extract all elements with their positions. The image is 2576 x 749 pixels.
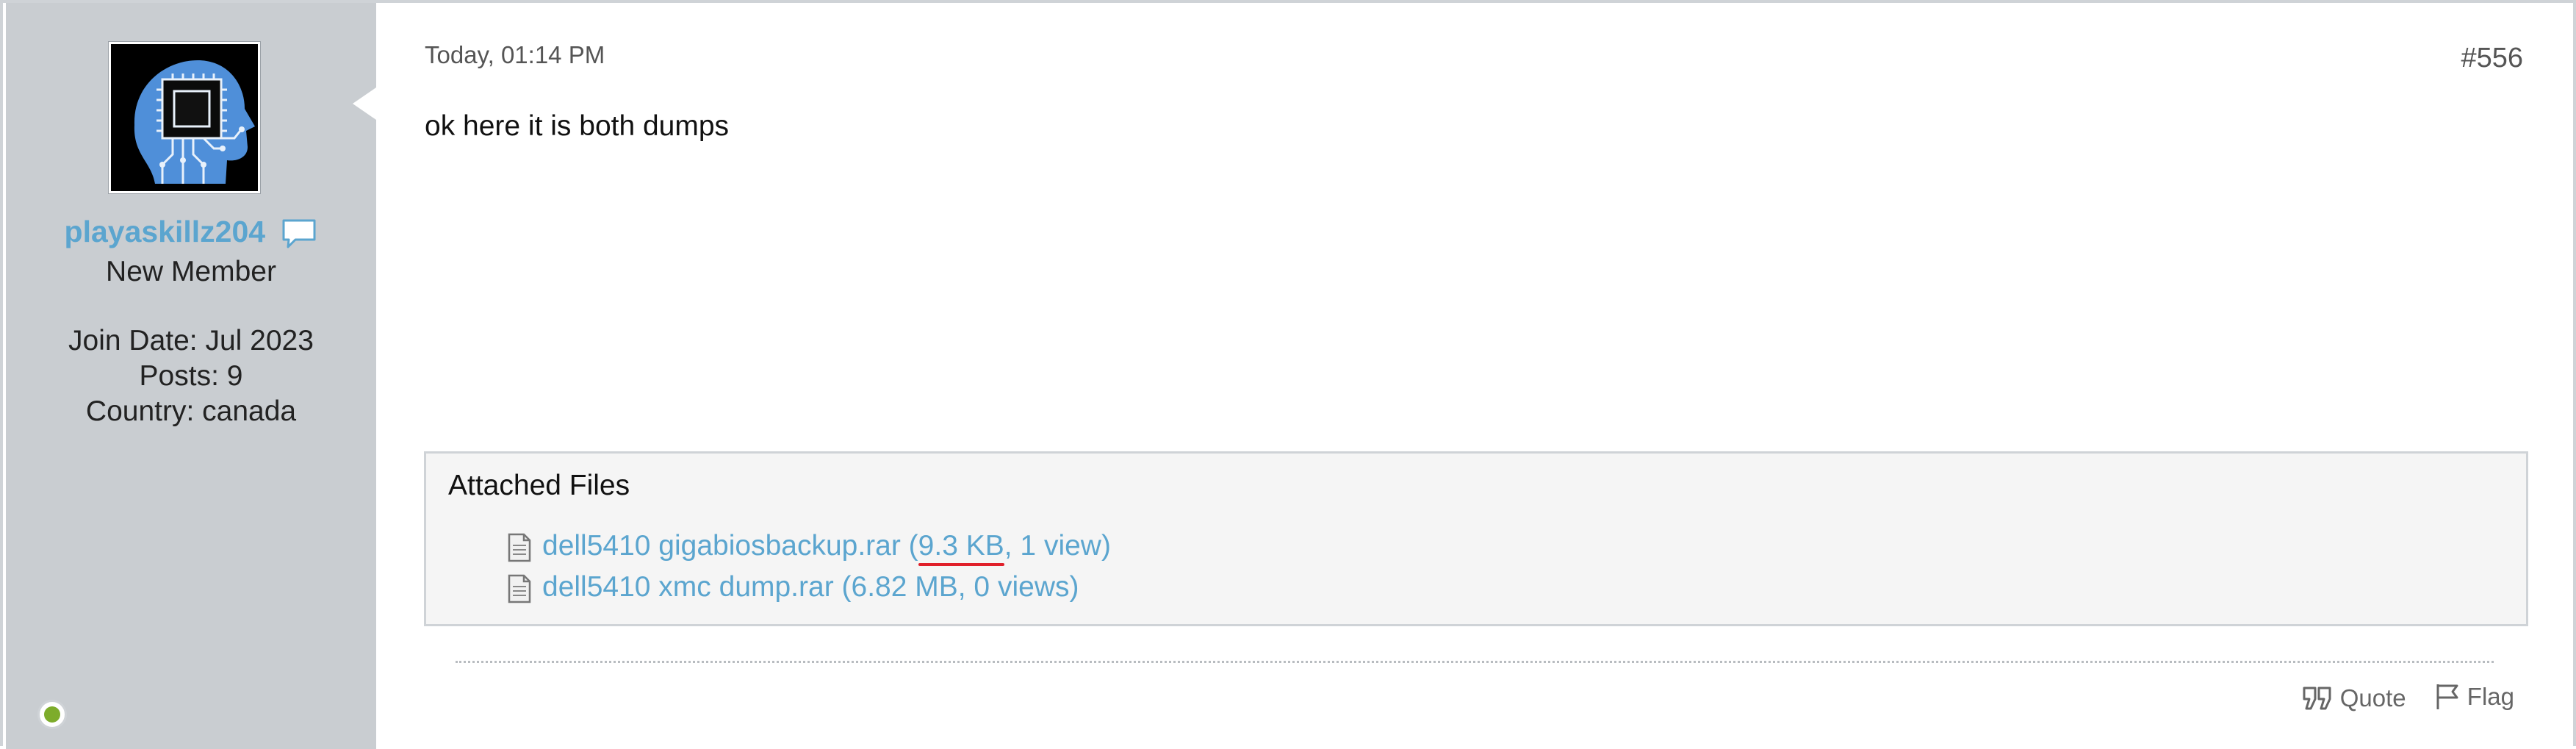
username-row: playaskillz204 bbox=[6, 215, 376, 251]
flag-label: Flag bbox=[2467, 683, 2514, 710]
post-container: playaskillz204 New Member Join Date: Jul… bbox=[0, 0, 2576, 749]
user-title: New Member bbox=[106, 256, 276, 287]
attachments-box: Attached Files dell5410 gigabiosbackup.r… bbox=[424, 451, 2528, 626]
online-dot-icon bbox=[37, 700, 67, 729]
post-divider bbox=[456, 661, 2494, 663]
attachment-size: 9.3 KB bbox=[918, 530, 1004, 562]
attachment-paren: ( bbox=[833, 571, 852, 603]
user-sidebar: playaskillz204 New Member Join Date: Jul… bbox=[6, 3, 376, 749]
quote-icon bbox=[2303, 687, 2331, 710]
file-icon bbox=[507, 533, 532, 562]
post-body: ok here it is both dumps bbox=[425, 110, 730, 142]
flag-icon bbox=[2436, 684, 2458, 709]
attachment-views: , 0 views) bbox=[957, 571, 1079, 603]
head-chip-icon bbox=[111, 44, 258, 191]
post-actions: Quote Flag bbox=[2280, 683, 2514, 717]
join-date: Join Date: Jul 2023 bbox=[68, 325, 314, 356]
avatar[interactable] bbox=[109, 42, 260, 193]
attachment-item[interactable]: dell5410 xmc dump.rar (6.82 MB, 0 views) bbox=[507, 571, 1079, 603]
sidebar-pointer bbox=[353, 87, 376, 120]
attachments-heading: Attached Files bbox=[448, 470, 630, 501]
quote-button[interactable]: Quote bbox=[2302, 684, 2406, 712]
speech-bubble-icon[interactable] bbox=[281, 216, 317, 251]
attachment-item[interactable]: dell5410 gigabiosbackup.rar (9.3 KB, 1 v… bbox=[507, 530, 1111, 562]
username-link[interactable]: playaskillz204 bbox=[65, 215, 266, 248]
attachment-size: 6.82 MB bbox=[851, 571, 958, 603]
attachment-views: , 1 view) bbox=[1004, 530, 1111, 562]
post-date: Today, 01:14 PM bbox=[425, 41, 605, 68]
quote-label: Quote bbox=[2339, 684, 2406, 712]
country: Country: canada bbox=[85, 395, 297, 427]
file-icon bbox=[507, 574, 532, 603]
attachment-name[interactable]: dell5410 xmc dump.rar bbox=[542, 571, 834, 603]
flag-button[interactable]: Flag bbox=[2435, 683, 2514, 711]
post-count: Posts: 9 bbox=[139, 360, 243, 392]
user-info: Join Date: Jul 2023 Posts: 9 Country: ca… bbox=[6, 323, 376, 429]
post-number-link[interactable]: #556 bbox=[2461, 43, 2523, 74]
attachment-name[interactable]: dell5410 gigabiosbackup.rar bbox=[542, 530, 901, 562]
attachment-paren: ( bbox=[900, 530, 918, 562]
